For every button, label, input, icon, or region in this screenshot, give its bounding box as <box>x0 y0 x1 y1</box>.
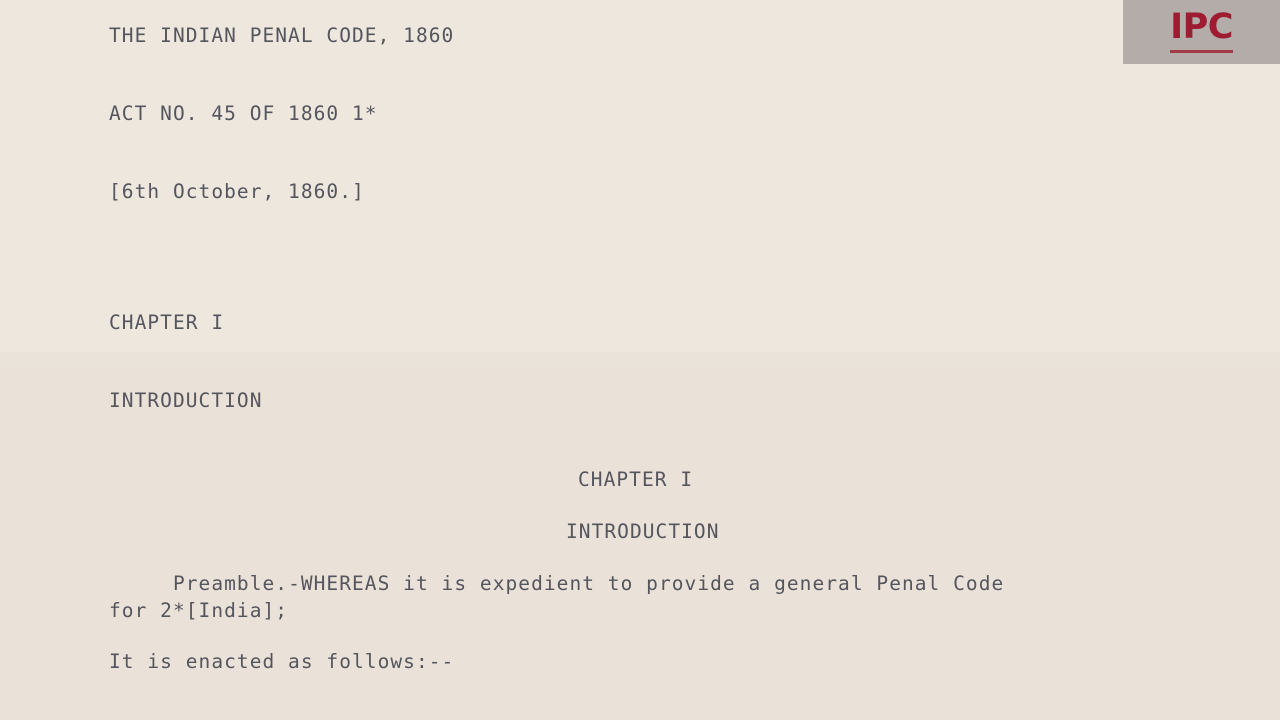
ipc-watermark-badge: IPC <box>1123 0 1280 64</box>
section-heading-centered: INTRODUCTION <box>566 520 720 543</box>
ipc-logo-text: IPC <box>1170 9 1233 53</box>
document-page: THE INDIAN PENAL CODE, 1860 ACT NO. 45 O… <box>0 0 1280 720</box>
document-text-layer: THE INDIAN PENAL CODE, 1860 ACT NO. 45 O… <box>0 0 1280 720</box>
chapter-heading-left: CHAPTER I <box>109 311 225 334</box>
section-heading-left: INTRODUCTION <box>109 389 263 412</box>
act-number-line: ACT NO. 45 OF 1860 1* <box>109 102 378 125</box>
preamble-paragraph: Preamble.-WHEREAS it is expedient to pro… <box>109 572 1005 622</box>
chapter-heading-centered: CHAPTER I <box>578 468 694 491</box>
enactment-clause: It is enacted as follows:-- <box>109 650 455 673</box>
document-title: THE INDIAN PENAL CODE, 1860 <box>109 24 455 47</box>
enactment-date-line: [6th October, 1860.] <box>109 180 365 203</box>
